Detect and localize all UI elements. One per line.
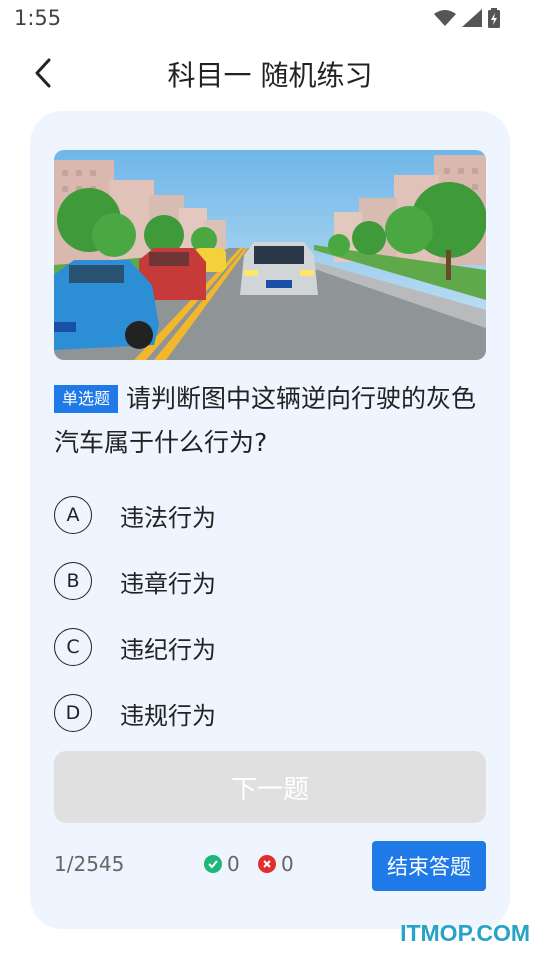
option-text: 违章行为 [120, 569, 216, 598]
battery-icon [488, 8, 500, 28]
watermark: ITMOP.COM [400, 920, 530, 946]
option-letter: D [54, 694, 92, 732]
check-icon [204, 855, 222, 873]
option-text: 违纪行为 [120, 635, 216, 664]
road-scene-illustration [54, 150, 486, 360]
question-text-block: 单选题 请判断图中这辆逆向行驶的灰色汽车属于什么行为? [54, 377, 486, 465]
status-bar: 1:55 [0, 0, 540, 38]
option-letter: C [54, 628, 92, 666]
option-b[interactable]: B 违章行为 [54, 559, 486, 603]
question-type-badge: 单选题 [54, 385, 119, 413]
page-title: 科目一 随机练习 [167, 59, 373, 92]
progress-counter: 1/2545 [54, 852, 125, 876]
status-time: 1:55 [14, 6, 62, 30]
option-c[interactable]: C 违纪行为 [54, 625, 486, 669]
option-text: 违规行为 [120, 701, 216, 730]
wrong-stat: 0 [258, 852, 294, 876]
wrong-count: 0 [281, 852, 294, 876]
correct-count: 0 [227, 852, 240, 876]
next-question-button[interactable]: 下一题 [54, 751, 486, 823]
option-letter: B [54, 562, 92, 600]
option-letter: A [54, 496, 92, 534]
wifi-icon [434, 10, 456, 26]
question-card: 单选题 请判断图中这辆逆向行驶的灰色汽车属于什么行为? A 违法行为 B 违章行为… [30, 111, 510, 929]
status-icons [434, 8, 500, 28]
option-d[interactable]: D 违规行为 [54, 691, 486, 735]
correct-stat: 0 [204, 852, 240, 876]
question-image [54, 150, 486, 360]
option-text: 违法行为 [120, 503, 216, 532]
signal-icon [462, 9, 482, 27]
option-a[interactable]: A 违法行为 [54, 493, 486, 537]
app-bar: 科目一 随机练习 [0, 44, 540, 104]
cross-icon [258, 855, 276, 873]
end-quiz-button[interactable]: 结束答题 [372, 841, 486, 891]
